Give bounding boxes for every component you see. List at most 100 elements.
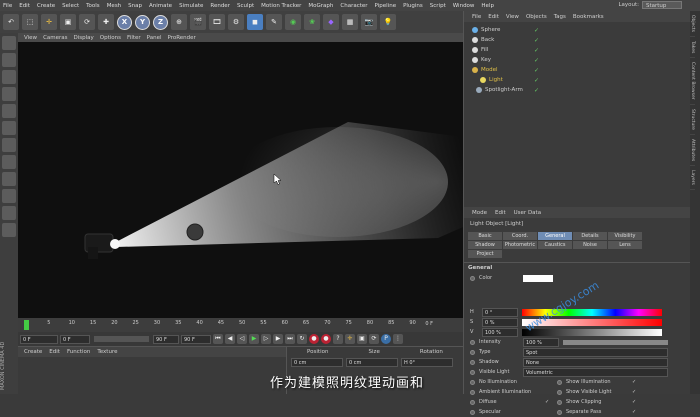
object-row[interactable]: Back ✓	[464, 35, 690, 45]
start-frame-field[interactable]: 0 F	[20, 334, 58, 344]
attr-menu-user-data[interactable]: User Data	[514, 210, 541, 216]
tab-visibility[interactable]: Visibility	[608, 232, 642, 240]
animate-icon[interactable]	[470, 379, 475, 385]
axis-mode-icon[interactable]	[2, 155, 16, 169]
sphere-object[interactable]	[186, 223, 204, 241]
frame-range-slider[interactable]	[94, 336, 149, 342]
material-menu-edit[interactable]: Edit	[49, 349, 60, 355]
move-key-icon[interactable]: ✛	[345, 334, 355, 344]
tab-lens[interactable]: Lens	[608, 241, 642, 249]
visibility-check-icon[interactable]: ✓	[534, 27, 539, 34]
visible-light-animate-icon[interactable]	[470, 369, 475, 375]
param-key-icon[interactable]: P	[381, 334, 391, 344]
visibility-check-icon[interactable]: ✓	[534, 67, 539, 74]
floor-icon[interactable]: ▦	[342, 14, 358, 30]
animate-icon[interactable]	[557, 409, 562, 415]
object-row[interactable]: Fill ✓	[464, 45, 690, 55]
pen-icon[interactable]: ✎	[266, 14, 282, 30]
play-icon[interactable]: ▶	[249, 334, 259, 344]
rotate-key-icon[interactable]: ⟳	[369, 334, 379, 344]
side-tab-takes[interactable]: Takes	[690, 37, 695, 59]
move-icon[interactable]: ✛	[41, 14, 57, 30]
viewport-menu-cameras[interactable]: Cameras	[43, 35, 67, 41]
animate-icon[interactable]	[470, 399, 475, 405]
intensity-animate-icon[interactable]	[470, 339, 475, 345]
y-axis-icon[interactable]: Y	[135, 14, 150, 30]
attr-menu-mode[interactable]: Mode	[472, 210, 487, 216]
animate-icon[interactable]	[470, 409, 475, 415]
rotate-icon[interactable]: ⟳	[79, 14, 95, 30]
checkbox[interactable]: ✓	[632, 409, 636, 415]
viewport[interactable]	[18, 42, 463, 318]
visibility-check-icon[interactable]: ✓	[534, 87, 539, 94]
x-axis-icon[interactable]: X	[117, 14, 132, 30]
viewport-menu-prorender[interactable]: ProRender	[168, 35, 196, 41]
object-menu-tags[interactable]: Tags	[554, 14, 566, 20]
scale-key-icon[interactable]: ▣	[357, 334, 367, 344]
intensity-slider[interactable]	[563, 339, 668, 345]
menu-motion-tracker[interactable]: Motion Tracker	[261, 3, 301, 9]
menu-character[interactable]: Character	[340, 3, 367, 9]
record-icon[interactable]: ●	[309, 334, 319, 344]
go-to-start-icon[interactable]: ⏮	[213, 334, 223, 344]
viewport-menu-filter[interactable]: Filter	[127, 35, 141, 41]
checkbox[interactable]: ✓	[545, 399, 553, 405]
object-menu-file[interactable]: File	[472, 14, 481, 20]
autokey-icon[interactable]: ●	[321, 334, 331, 344]
end-frame-field[interactable]: 90 F	[181, 334, 211, 344]
undo-icon[interactable]: ↶	[3, 14, 19, 30]
x-position-field[interactable]: 0 cm	[291, 358, 343, 367]
z-axis-icon[interactable]: Z	[153, 14, 168, 30]
object-row[interactable]: Spotlight-Arm ✓	[464, 85, 690, 95]
visibility-check-icon[interactable]: ✓	[534, 77, 539, 84]
menu-script[interactable]: Script	[430, 3, 446, 9]
tab-basic[interactable]: Basic	[468, 232, 502, 240]
cube-icon[interactable]: ◼	[247, 14, 263, 30]
menu-create[interactable]: Create	[37, 3, 55, 9]
menu-animate[interactable]: Animate	[149, 3, 172, 9]
live-select-icon[interactable]: ⬚	[22, 14, 38, 30]
recent-tools-icon[interactable]: ✚	[98, 14, 114, 30]
side-tab-content-browser[interactable]: Content Browser	[690, 58, 695, 105]
intensity-field[interactable]: 100 %	[523, 337, 559, 347]
color-animate-icon[interactable]	[470, 275, 475, 281]
side-tab-attributes[interactable]: Attributes	[690, 135, 695, 167]
playhead[interactable]	[24, 320, 29, 330]
menu-mograph[interactable]: MoGraph	[308, 3, 333, 9]
tab-photometric[interactable]: Photometric	[503, 241, 537, 249]
timeline[interactable]: 051015202530354045505560657075808590 0 F	[18, 318, 463, 332]
edges-mode-icon[interactable]	[2, 121, 16, 135]
next-keyframe-icon[interactable]: ▶	[273, 334, 283, 344]
shadow-animate-icon[interactable]	[470, 359, 475, 365]
menu-snap[interactable]: Snap	[128, 3, 142, 9]
animate-icon[interactable]	[557, 399, 562, 405]
checkbox[interactable]: ✓	[632, 389, 636, 395]
h-field[interactable]: 0 °	[482, 307, 518, 317]
menu-select[interactable]: Select	[62, 3, 79, 9]
render-picture-viewer-icon[interactable]: 🎞	[209, 14, 225, 30]
workplane-lock-icon[interactable]	[2, 206, 16, 220]
point-level-icon[interactable]: ⋮	[393, 334, 403, 344]
material-menu-function[interactable]: Function	[67, 349, 90, 355]
checkbox[interactable]: ✓	[632, 379, 636, 385]
tab-details[interactable]: Details	[573, 232, 607, 240]
object-row[interactable]: Model ✓	[464, 65, 690, 75]
animate-icon[interactable]	[557, 379, 562, 385]
layout-dropdown[interactable]: Startup	[642, 1, 682, 9]
h-rotation-field[interactable]: H 0°	[401, 358, 453, 367]
solo-icon[interactable]	[2, 223, 16, 237]
viewport-menu-options[interactable]: Options	[100, 35, 121, 41]
tab-general[interactable]: General	[538, 232, 572, 240]
loop-icon[interactable]: ↻	[297, 334, 307, 344]
menu-simulate[interactable]: Simulate	[179, 3, 203, 9]
tab-caustics[interactable]: Caustics	[538, 241, 572, 249]
object-menu-view[interactable]: View	[506, 14, 519, 20]
object-menu-bookmarks[interactable]: Bookmarks	[573, 14, 604, 20]
viewport-menu-view[interactable]: View	[24, 35, 37, 41]
viewport-menu-panel[interactable]: Panel	[147, 35, 162, 41]
visibility-check-icon[interactable]: ✓	[534, 47, 539, 54]
object-row[interactable]: Sphere ✓	[464, 25, 690, 35]
menu-edit[interactable]: Edit	[19, 3, 30, 9]
tab-coord[interactable]: Coord.	[503, 232, 537, 240]
light-icon[interactable]: 💡	[380, 14, 396, 30]
